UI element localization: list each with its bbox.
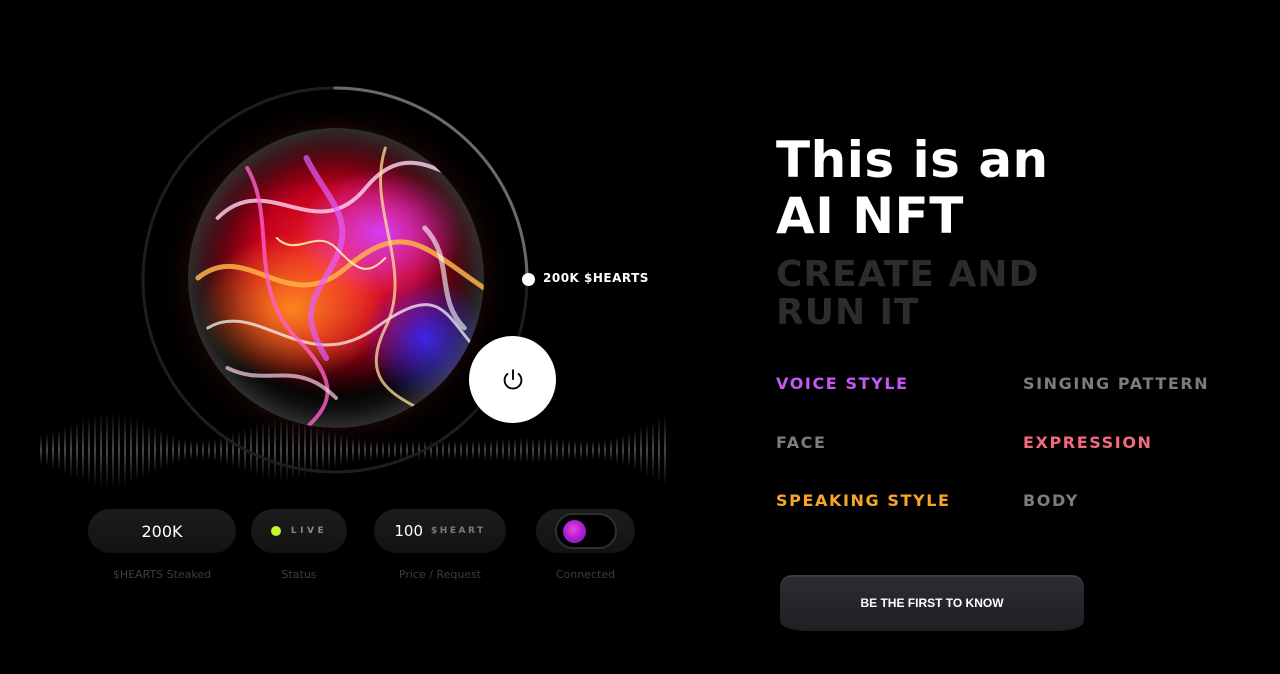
waveform-bar [94,413,96,487]
waveform-bar [586,440,588,460]
waveform-bar [574,440,576,460]
waveform-bar [640,426,642,474]
connected-label: Connected [555,568,616,581]
waveform-bar [604,439,606,461]
waveform-bar [76,420,78,480]
waveform-bar [628,432,630,468]
waveform-bar [88,415,90,485]
price-label: Price / Request [398,568,482,581]
waveform-bar [622,434,624,466]
staked-pill: 200K [88,509,236,553]
waveform-bar [100,412,102,488]
waveform-bar [64,425,66,475]
subtitle-line-2: RUN IT [776,292,920,333]
waveform-bar [658,416,660,484]
waveform-bar [52,430,54,470]
waveform-bar [70,422,72,478]
waveform-bar [58,428,60,472]
live-indicator-dot [270,526,281,536]
feature-body[interactable]: BODY [1023,491,1079,510]
page: 200K $HEARTS 200K LIVE 100 $HEART $HEART… [0,0,1280,674]
waveform-bar [550,437,552,463]
feature-expression[interactable]: EXPRESSION [1023,433,1153,452]
connected-pill [536,509,635,553]
power-button[interactable] [469,336,556,423]
waveform-bar [610,438,612,462]
cta-button[interactable]: BE THE FIRST TO KNOW [780,575,1084,631]
waveform-bar [46,433,48,467]
feature-face[interactable]: FACE [776,433,827,452]
toggle-knob [562,520,586,543]
staked-progress-marker [522,273,535,286]
waveform-bar [562,439,564,461]
waveform-bar [634,429,636,471]
waveform-bar [40,435,42,465]
feature-speaking-style[interactable]: SPEAKING STYLE [776,491,951,510]
waveform-bar [646,423,648,477]
title-line-1: This is an [776,131,1049,189]
price-value: 100 [394,522,424,540]
waveform-bar [592,440,594,460]
waveform-bar [118,412,120,488]
staked-amount-label: 200K $HEARTS [543,271,649,285]
status-value: LIVE [290,526,328,536]
status-pill: LIVE [251,509,347,553]
page-title: This is an AI NFT [776,132,1049,244]
waveform-bar [106,411,108,489]
waveform-bar [82,417,84,483]
waveform-bar [652,419,654,481]
waveform-bar [616,436,618,464]
waveform-bar [598,440,600,460]
staked-label: $HEARTS Steaked [112,568,212,581]
staked-value: 200K [141,521,183,541]
status-label: Status [281,568,317,581]
page-subtitle: CREATE AND RUN IT [776,256,1039,332]
feature-voice-style[interactable]: VOICE STYLE [776,374,909,393]
waveform-bar [556,438,558,462]
feature-singing-pattern[interactable]: SINGING PATTERN [1023,374,1209,393]
connected-toggle[interactable] [554,513,617,549]
fluid-orb-artwork [188,128,484,428]
price-unit: $HEART [431,526,486,536]
waveform-bar [568,439,570,461]
waveform-bar [580,440,582,460]
title-line-2: AI NFT [776,187,964,245]
subtitle-line-1: CREATE AND [776,254,1040,295]
waveform-bar [112,411,114,489]
power-icon [503,368,522,389]
waveform-bar [664,414,666,486]
price-pill: 100 $HEART [374,509,506,553]
